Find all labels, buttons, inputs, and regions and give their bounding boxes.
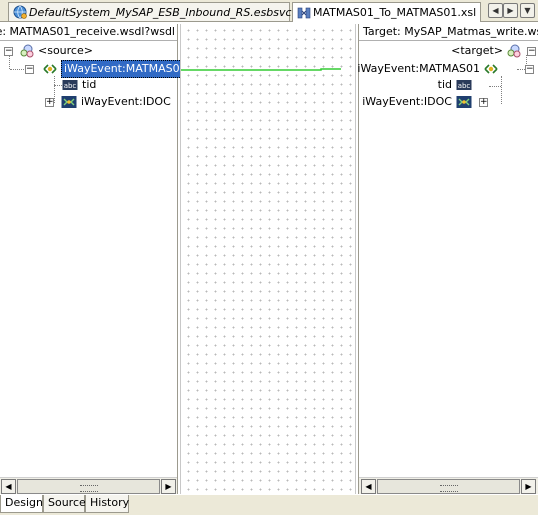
scroll-right-button[interactable]: ▶ — [161, 479, 176, 494]
element-tag-icon — [43, 64, 57, 74]
source-tree-pane: rce: MATMAS01_receive.wsdl?wsdl − <sourc… — [0, 24, 190, 494]
tab-design[interactable]: Design — [0, 495, 43, 513]
attribute-icon: abc — [62, 80, 78, 90]
tree-connector — [489, 86, 501, 88]
tab-label: DefaultSystem_MySAP_ESB_Inbound_RS.esbsv… — [29, 5, 292, 19]
globe-gear-icon — [13, 5, 27, 19]
target-element-node[interactable]: iWayEvent:MATMAS01 − — [357, 61, 534, 77]
attribute-icon: abc — [456, 80, 472, 90]
scroll-tabs-right-button[interactable]: ▶ — [503, 3, 518, 18]
tab-label: MATMAS01_To_MATMAS01.xsl — [313, 6, 477, 19]
element-tag-icon — [484, 64, 498, 74]
target-header: Target: MySAP_Matmas_write.wsdl — [359, 24, 538, 41]
tree-connector — [501, 76, 503, 104]
tab-esbsvc[interactable]: DefaultSystem_MySAP_ESB_Inbound_RS.esbsv… — [8, 2, 292, 21]
tab-xsl[interactable]: MATMAS01_To_MATMAS01.xsl — [292, 2, 481, 22]
tab-source[interactable]: Source — [43, 495, 86, 513]
scroll-right-button[interactable]: ▶ — [521, 479, 536, 494]
scroll-tabs-left-button[interactable]: ◀ — [488, 3, 503, 18]
expand-toggle[interactable]: + — [479, 97, 488, 107]
selected-element-label[interactable]: iWayEvent:MATMAS01 — [61, 60, 190, 78]
schema-root-icon — [507, 44, 521, 58]
element-icon — [61, 96, 77, 108]
mapping-lines — [181, 68, 341, 71]
view-tabs: Design Source History — [0, 495, 538, 515]
source-horizontal-scrollbar[interactable]: ◀ ▶ — [0, 477, 177, 494]
element-icon — [456, 96, 472, 108]
source-child-idoc[interactable]: + iWayEvent:IDOC — [45, 94, 171, 110]
source-element-node[interactable]: − iWayEvent:MATMAS01 — [25, 60, 190, 78]
svg-text:abc: abc — [64, 82, 77, 90]
source-root-node[interactable]: − <source> — [4, 43, 93, 59]
mapping-link-line[interactable] — [181, 68, 341, 71]
collapse-toggle[interactable]: − — [4, 46, 13, 56]
schema-root-icon — [20, 44, 34, 58]
svg-text:abc: abc — [458, 82, 471, 90]
scroll-left-button[interactable]: ◀ — [361, 479, 376, 494]
tab-list-dropdown-button[interactable]: ▼ — [520, 3, 535, 18]
scrollbar-thumb[interactable] — [17, 479, 160, 494]
collapse-toggle[interactable]: − — [527, 46, 536, 56]
target-child-tid[interactable]: tid abc — [438, 77, 472, 93]
target-root-node[interactable]: <target> − — [451, 43, 536, 59]
source-header: rce: MATMAS01_receive.wsdl?wsdl — [0, 24, 177, 41]
target-tree-pane: Target: MySAP_Matmas_write.wsdl <target>… — [357, 24, 538, 494]
scroll-left-button[interactable]: ◀ — [1, 479, 16, 494]
tab-history[interactable]: History — [85, 495, 129, 513]
scrollbar-thumb[interactable] — [377, 479, 520, 494]
xsl-mapper-icon — [297, 7, 311, 18]
source-child-tid[interactable]: abc tid — [62, 77, 96, 93]
collapse-toggle[interactable]: − — [525, 64, 534, 74]
target-horizontal-scrollbar[interactable]: ◀ ▶ — [359, 477, 538, 494]
target-child-idoc[interactable]: iWayEvent:IDOC + — [362, 94, 488, 110]
editor-tab-bar: DefaultSystem_MySAP_ESB_Inbound_RS.esbsv… — [0, 0, 538, 22]
collapse-toggle[interactable]: − — [25, 64, 34, 74]
mapping-canvas[interactable] — [180, 24, 356, 494]
expand-toggle[interactable]: + — [45, 97, 54, 107]
